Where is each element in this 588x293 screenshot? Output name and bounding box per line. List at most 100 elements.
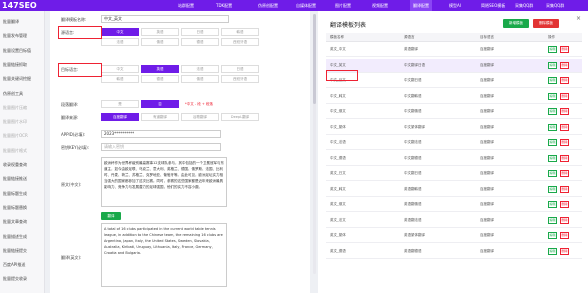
table-row[interactable]: 英文_中文 英语翻译 百度翻译 编辑 删除: [326, 43, 582, 57]
table-row[interactable]: 中文_法语 中文翻法语 百度翻译 编辑 删除: [326, 136, 582, 150]
src-lang-option-5[interactable]: 俄语: [141, 38, 179, 46]
sidebar-item-0[interactable]: 批量翻译: [0, 15, 45, 28]
nav-item-1[interactable]: TDK配置: [216, 0, 232, 11]
result-textarea[interactable]: A total of 16 clubs participated in the …: [101, 223, 227, 287]
engine-option-0[interactable]: 百度翻译: [101, 113, 139, 121]
tgt-lang-option-7[interactable]: 西班牙语: [221, 75, 259, 83]
src-lang-option-7[interactable]: 西班牙语: [221, 38, 259, 46]
sidebar-item-4[interactable]: 批量关键词挖掘: [0, 72, 45, 85]
table-row[interactable]: 中文_俄文 中文翻俄语 百度翻译 编辑 删除: [326, 105, 582, 119]
src-lang-option-6[interactable]: 德语: [181, 38, 219, 46]
sidebar-item-5[interactable]: 伪原创工具: [0, 87, 45, 100]
table-row[interactable]: 英文_德语 英语翻德语 百度翻译 编辑 删除: [326, 245, 582, 259]
appid-input[interactable]: 2023**********: [101, 130, 221, 138]
edit-button[interactable]: 编辑: [548, 77, 557, 84]
sidebar-item-11[interactable]: 批量链接推送: [0, 172, 45, 185]
delete-button[interactable]: 删除: [560, 139, 569, 146]
delete-button[interactable]: 删除: [560, 61, 569, 69]
sidebar-item-3[interactable]: 批量链接抓取: [0, 58, 45, 71]
table-row[interactable]: 中文_韩文 中文翻韩语 百度翻译 编辑 删除: [326, 90, 582, 104]
nav-item-5[interactable]: 视频配置: [372, 0, 388, 11]
sidebar-item-14[interactable]: 批量文章查询: [0, 215, 45, 228]
tgt-lang-option-3[interactable]: 日语: [221, 65, 259, 73]
edit-button[interactable]: 编辑: [548, 46, 557, 53]
edit-button[interactable]: 编辑: [548, 170, 557, 177]
new-template-button[interactable]: 新增模板: [503, 19, 529, 28]
tgt-lang-option-6[interactable]: 俄语: [181, 75, 219, 83]
delete-button[interactable]: 删除: [560, 154, 569, 162]
delete-button[interactable]: 删除: [560, 108, 569, 115]
delete-button[interactable]: 删除: [560, 170, 569, 177]
tgt-lang-option-2[interactable]: 法语: [181, 65, 219, 73]
edit-button[interactable]: 编辑: [548, 154, 557, 162]
sidebar-item-12[interactable]: 批量标题生成: [0, 187, 45, 200]
engine-option-2[interactable]: 谷歌翻译: [181, 113, 219, 121]
sidebar-item-7[interactable]: 批量图片水印: [0, 115, 45, 128]
src-lang-option-1[interactable]: 英语: [141, 28, 179, 36]
tgt-lang-option-1[interactable]: 英语: [141, 65, 179, 73]
delete-button[interactable]: 删除: [560, 185, 569, 193]
sidebar-item-8[interactable]: 批量图片OCR: [0, 129, 45, 142]
edit-button[interactable]: 编辑: [548, 92, 557, 100]
tgt-lang-option-5[interactable]: 德语: [141, 75, 179, 83]
nav-item-8[interactable]: 简陋SEO模板: [481, 0, 505, 11]
nav-item-2[interactable]: 伪原创配置: [258, 0, 278, 11]
original-textarea[interactable]: 欧洲杯作为世界杯级别最高赛事12支球队参与，其中包括的一个卫冕冠军与东道主，如今…: [101, 157, 227, 207]
para-option-0[interactable]: 是: [101, 100, 139, 108]
delete-button[interactable]: 删除: [560, 216, 569, 224]
edit-button[interactable]: 编辑: [548, 123, 557, 131]
edit-button[interactable]: 编辑: [548, 185, 557, 193]
edit-button[interactable]: 编辑: [548, 139, 557, 146]
edit-button[interactable]: 编辑: [548, 247, 557, 255]
delete-button[interactable]: 删除: [560, 77, 569, 84]
delete-template-button[interactable]: 删除模板: [533, 19, 559, 28]
nav-item-0[interactable]: 站群配置: [178, 0, 194, 11]
sidebar-item-2[interactable]: 批量设置目标值: [0, 44, 45, 57]
nav-item-7[interactable]: 模型AI: [449, 0, 461, 11]
sidebar-item-13[interactable]: 批量标题替换: [0, 201, 45, 214]
nav-item-6[interactable]: 翻译配置: [410, 0, 432, 11]
table-row[interactable]: 英文_俄文 英语翻俄语 百度翻译 编辑 删除: [326, 198, 582, 212]
src-lang-option-4[interactable]: 法语: [101, 38, 139, 46]
edit-button[interactable]: 编辑: [548, 108, 557, 115]
src-lang-option-0[interactable]: 中文: [101, 28, 139, 36]
delete-button[interactable]: 删除: [560, 123, 569, 131]
edit-button[interactable]: 编辑: [548, 61, 557, 69]
delete-button[interactable]: 删除: [560, 46, 569, 53]
sidebar-item-18[interactable]: 批量提交收录: [0, 272, 45, 285]
edit-button[interactable]: 编辑: [548, 216, 557, 224]
close-icon[interactable]: ×: [576, 15, 581, 22]
src-lang-option-2[interactable]: 日语: [181, 28, 219, 36]
nav-item-3[interactable]: 自媒体配置: [296, 0, 316, 11]
tgt-lang-option-0[interactable]: 中文: [101, 65, 139, 73]
delete-button[interactable]: 删除: [560, 92, 569, 100]
nav-item-10[interactable]: 采集QQ群: [546, 0, 564, 11]
engine-option-1[interactable]: 有道翻译: [141, 113, 179, 121]
sidebar-item-6[interactable]: 批量图片压缩: [0, 101, 45, 114]
delete-button[interactable]: 删除: [560, 247, 569, 255]
sidebar-item-15[interactable]: 批量描述生成: [0, 230, 45, 243]
table-row[interactable]: 中文_德语 中文翻德语 百度翻译 编辑 删除: [326, 152, 582, 166]
edit-button[interactable]: 编辑: [548, 201, 557, 208]
table-row[interactable]: 英文_日文 中文翻日语 百度翻译 编辑 删除: [326, 167, 582, 181]
edit-button[interactable]: 编辑: [548, 232, 557, 239]
src-lang-option-3[interactable]: 韩语: [221, 28, 259, 36]
form-scrollbar[interactable]: [313, 14, 316, 274]
nav-item-4[interactable]: 图片配置: [335, 0, 351, 11]
engine-option-3[interactable]: DeepL翻译: [221, 113, 259, 121]
table-row[interactable]: 中文_英文 中文翻译日语 百度翻译 编辑 删除: [326, 58, 582, 73]
sidebar-item-10[interactable]: 收录权重查询: [0, 158, 45, 171]
sidebar-item-16[interactable]: 批量链接提交: [0, 244, 45, 257]
table-row[interactable]: 英文_繁体 英语繁体翻译 百度翻译 编辑 删除: [326, 229, 582, 243]
table-row[interactable]: 英文_韩文 英语翻韩语 百度翻译 编辑 删除: [326, 183, 582, 197]
nav-item-9[interactable]: 采集QQ群: [515, 0, 533, 11]
table-row[interactable]: 中文_繁体 中文繁体翻译 百度翻译 编辑 删除: [326, 121, 582, 135]
sidebar-item-17[interactable]: 百度API推送: [0, 258, 45, 271]
delete-button[interactable]: 删除: [560, 232, 569, 239]
name-input[interactable]: 中文_英文: [101, 15, 229, 23]
delete-button[interactable]: 删除: [560, 201, 569, 208]
secret-input[interactable]: 请输入密钥: [101, 143, 221, 151]
sidebar-item-9[interactable]: 批量图片格式: [0, 144, 45, 157]
table-row[interactable]: 中文_日文 中文翻日语 百度翻译 编辑 删除: [326, 74, 582, 88]
tgt-lang-option-4[interactable]: 韩语: [101, 75, 139, 83]
